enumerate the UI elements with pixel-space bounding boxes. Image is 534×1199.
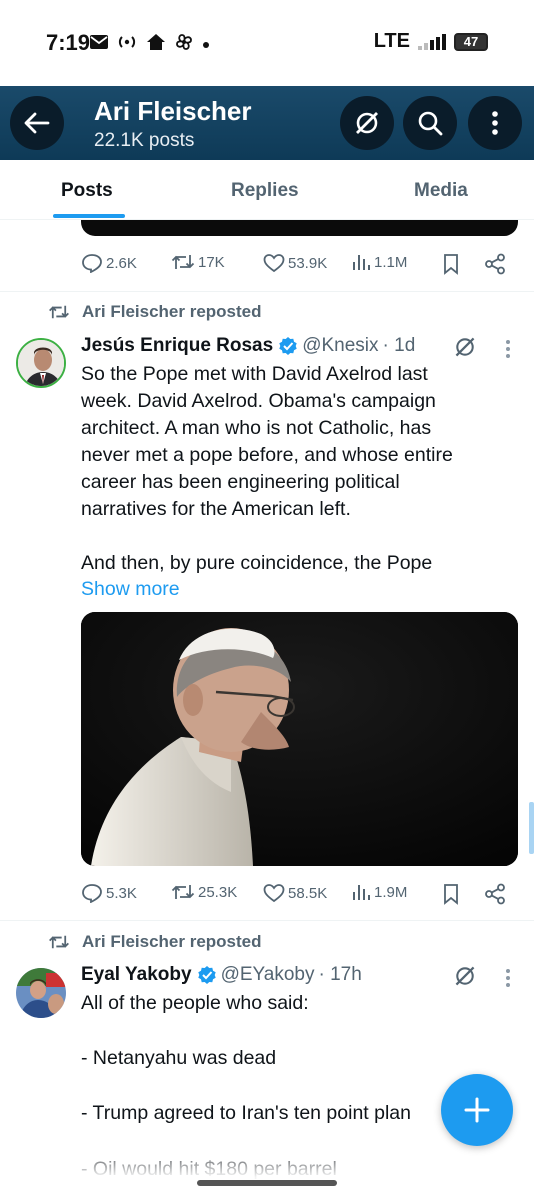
reply-count: 2.6K bbox=[106, 254, 137, 272]
repost-count: 17K bbox=[198, 253, 225, 271]
heart-icon bbox=[263, 884, 285, 903]
views-count: 1.1M bbox=[374, 253, 408, 271]
verified-badge-icon bbox=[197, 966, 216, 984]
more-options-button[interactable] bbox=[468, 96, 522, 150]
search-button[interactable] bbox=[403, 96, 457, 150]
home-icon bbox=[146, 33, 166, 56]
share-icon bbox=[485, 253, 505, 275]
reply-button[interactable]: 5.3K bbox=[81, 883, 137, 903]
share-button[interactable] bbox=[484, 253, 506, 275]
post-count: 22.1K posts bbox=[94, 130, 195, 151]
share-icon bbox=[485, 883, 505, 905]
mail-icon bbox=[90, 35, 108, 54]
like-count: 53.9K bbox=[288, 254, 328, 272]
repost-label: Ari Fleischer reposted bbox=[82, 932, 262, 951]
tab-posts[interactable]: Posts bbox=[61, 180, 113, 202]
active-tab-indicator bbox=[53, 214, 125, 218]
tab-replies[interactable]: Replies bbox=[231, 180, 299, 202]
repost-button[interactable]: 17K bbox=[171, 253, 225, 271]
author-name[interactable]: Eyal Yakoby bbox=[81, 964, 192, 986]
back-arrow-icon bbox=[24, 112, 50, 134]
page-title: Ari Fleischer bbox=[94, 96, 252, 126]
status-right: LTE 47 bbox=[374, 30, 488, 53]
home-indicator[interactable] bbox=[197, 1180, 337, 1186]
profile-header: Ari Fleischer 22.1K posts bbox=[0, 86, 534, 160]
post-divider bbox=[0, 920, 534, 921]
author-name[interactable]: Jesús Enrique Rosas bbox=[81, 335, 273, 357]
reply-button[interactable]: 2.6K bbox=[81, 253, 137, 273]
verified-badge-icon bbox=[279, 337, 297, 355]
grok-button[interactable] bbox=[340, 96, 394, 150]
repost-icon bbox=[49, 935, 69, 949]
repost-icon bbox=[171, 885, 195, 899]
radio-icon bbox=[116, 35, 138, 54]
author-handle[interactable]: @EYakoby bbox=[221, 964, 315, 986]
repost-indicator[interactable]: Ari Fleischer reposted bbox=[48, 932, 262, 952]
prev-post-actions: 2.6K 17K 53.9K 1.1M bbox=[81, 250, 518, 278]
reply-count: 5.3K bbox=[106, 884, 137, 902]
reply-icon bbox=[82, 884, 102, 903]
status-icons bbox=[90, 32, 210, 57]
post-divider bbox=[0, 291, 534, 292]
post-more-icon[interactable] bbox=[506, 340, 510, 361]
post-text: So the Pope met with David Axelrod last … bbox=[81, 363, 453, 574]
grok-icon[interactable] bbox=[453, 964, 477, 988]
share-button[interactable] bbox=[484, 883, 506, 905]
dot-icon bbox=[202, 36, 210, 54]
grok-icon bbox=[356, 112, 378, 134]
post-actions: 5.3K 25.3K 58.5K 1.9M bbox=[81, 880, 518, 908]
repost-icon bbox=[171, 255, 195, 269]
views-count: 1.9M bbox=[374, 883, 408, 901]
repost-label: Ari Fleischer reposted bbox=[82, 302, 262, 321]
previous-post-media[interactable] bbox=[81, 220, 518, 236]
repost-indicator[interactable]: Ari Fleischer reposted bbox=[48, 302, 262, 322]
bottom-fade bbox=[0, 1150, 534, 1199]
post-image[interactable] bbox=[81, 612, 518, 866]
avatar[interactable] bbox=[16, 338, 66, 388]
bookmark-button[interactable] bbox=[442, 883, 460, 905]
more-vertical-icon bbox=[492, 111, 498, 135]
grok-icon[interactable] bbox=[453, 335, 477, 359]
post-more-icon[interactable] bbox=[506, 969, 510, 990]
show-more-link[interactable]: Show more bbox=[81, 578, 180, 601]
post-time[interactable]: · 1d bbox=[383, 335, 416, 357]
post-time[interactable]: · 17h bbox=[319, 964, 362, 986]
post-header: Eyal Yakoby @EYakoby · 17h bbox=[81, 964, 362, 986]
like-count: 58.5K bbox=[288, 884, 328, 902]
plus-icon bbox=[464, 1097, 490, 1123]
like-button[interactable]: 58.5K bbox=[263, 883, 327, 903]
views-button[interactable]: 1.9M bbox=[351, 883, 407, 901]
repost-icon bbox=[49, 305, 69, 319]
tab-media[interactable]: Media bbox=[414, 180, 468, 202]
like-button[interactable]: 53.9K bbox=[263, 253, 327, 273]
bookmark-icon bbox=[444, 254, 458, 275]
profile-tabs: Posts Replies Media bbox=[0, 160, 534, 220]
views-button[interactable]: 1.1M bbox=[351, 253, 407, 271]
network-type: LTE bbox=[373, 30, 410, 52]
repost-button[interactable]: 25.3K bbox=[171, 883, 237, 901]
views-icon bbox=[353, 255, 370, 270]
battery-icon: 47 bbox=[454, 32, 488, 51]
battery-level: 47 bbox=[463, 33, 479, 49]
scrollbar[interactable] bbox=[529, 802, 534, 854]
bookmark-button[interactable] bbox=[442, 253, 460, 275]
status-bar: 7:19 LTE 47 bbox=[0, 0, 534, 86]
repost-count: 25.3K bbox=[198, 883, 238, 901]
pinwheel-icon bbox=[174, 32, 194, 57]
heart-icon bbox=[263, 254, 285, 273]
signal-icon bbox=[418, 33, 446, 50]
post-header: Jesús Enrique Rosas @Knesix · 1d bbox=[81, 335, 415, 357]
author-handle[interactable]: @Knesix bbox=[302, 335, 378, 357]
back-button[interactable] bbox=[10, 96, 64, 150]
reply-icon bbox=[82, 254, 102, 273]
status-time: 7:19 bbox=[46, 30, 91, 55]
avatar[interactable] bbox=[16, 968, 66, 1018]
views-icon bbox=[353, 885, 370, 900]
search-icon bbox=[418, 111, 443, 136]
compose-button[interactable] bbox=[441, 1074, 513, 1146]
bookmark-icon bbox=[444, 884, 458, 905]
